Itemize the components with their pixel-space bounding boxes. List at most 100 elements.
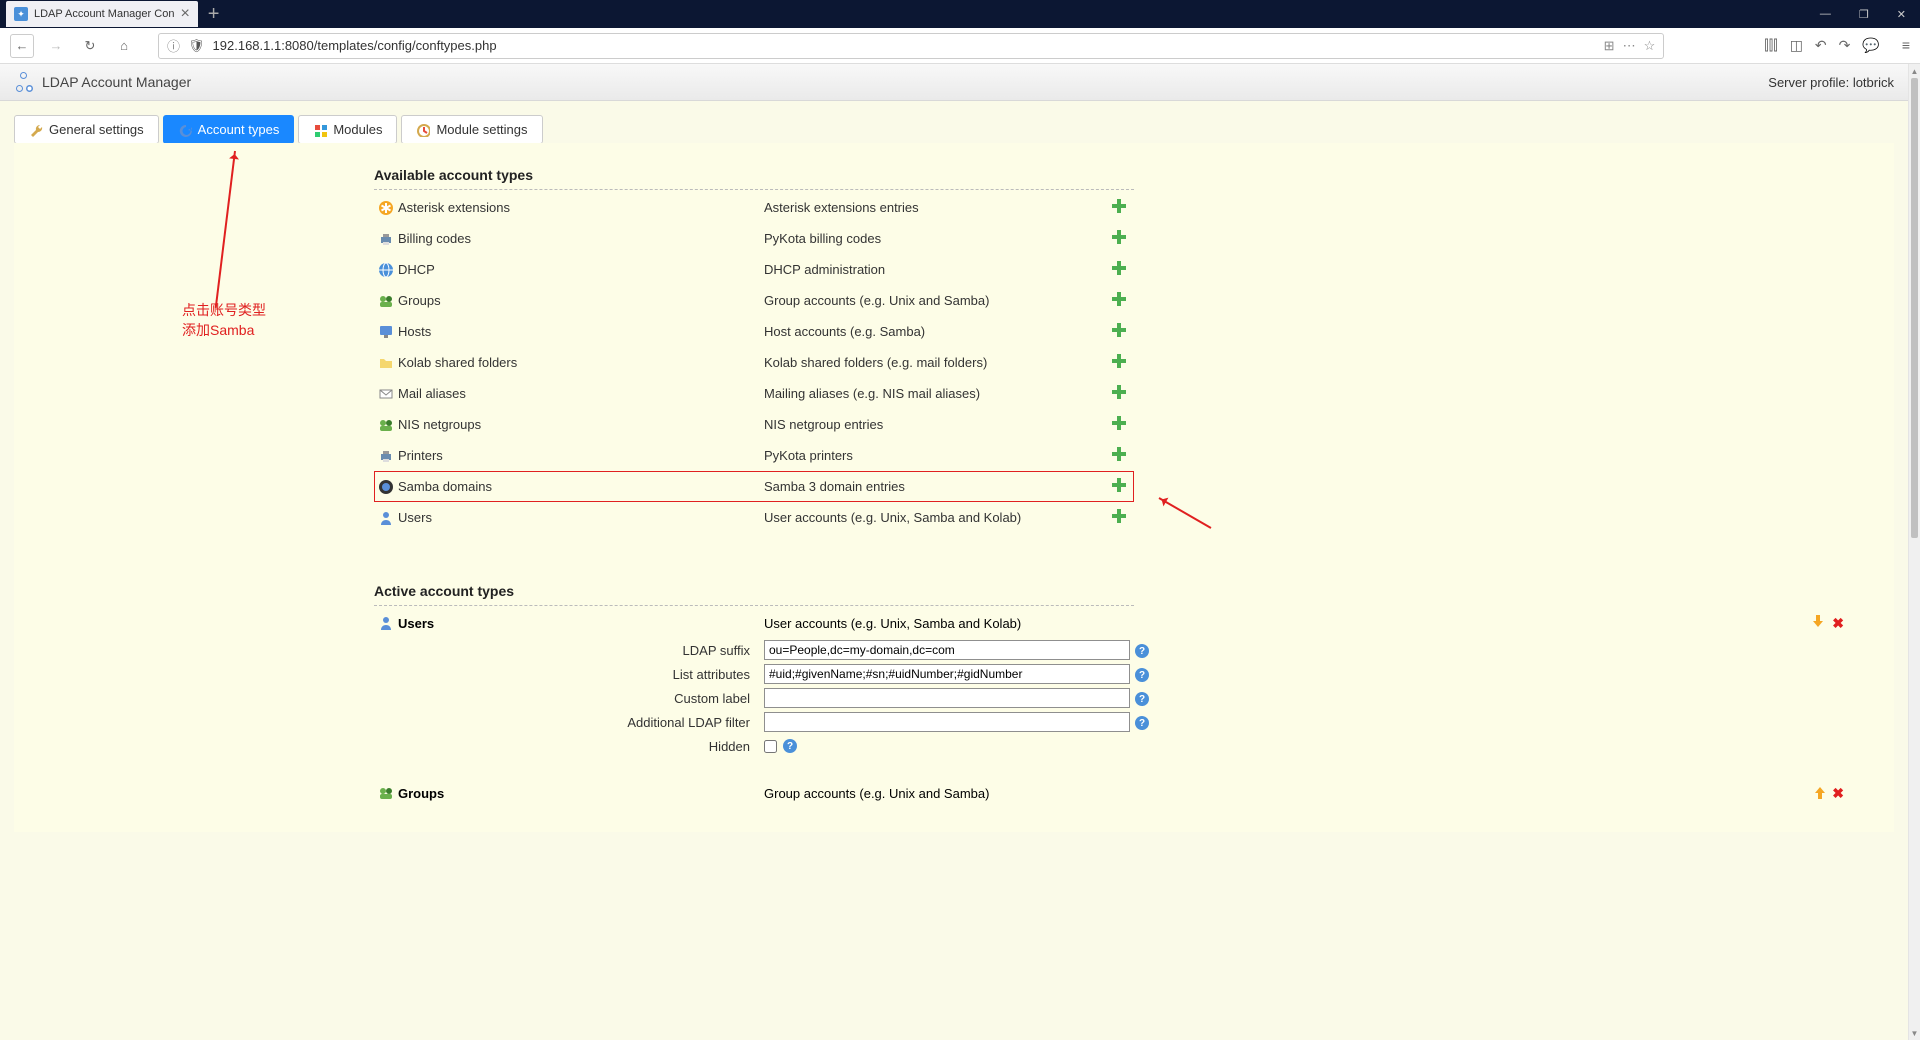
qr-icon[interactable]: ⊞ [1604,38,1615,54]
group-icon [374,785,398,801]
tab-modules[interactable]: Modules [298,115,397,144]
type-name: Hosts [398,324,764,339]
bookmark-icon[interactable]: ☆ [1644,38,1656,54]
available-type-row: HostsHost accounts (e.g. Samba) [374,316,1134,347]
type-desc: NIS netgroup entries [764,417,1104,432]
home-button[interactable]: ⌂ [112,34,136,58]
browser-titlebar: ✦ LDAP Account Manager Con × + — ❐ ✕ [0,0,1920,28]
site-permissions-icon[interactable]: 🛡 [188,38,205,54]
forward-button[interactable]: → [44,34,68,58]
list-attributes-input[interactable] [764,664,1130,684]
type-name: Mail aliases [398,386,764,401]
add-type-button[interactable] [1104,509,1134,526]
delete-icon[interactable]: ✖ [1832,615,1844,632]
type-desc: PyKota billing codes [764,231,1104,246]
add-type-button[interactable] [1104,416,1134,433]
browser-tab[interactable]: ✦ LDAP Account Manager Con × [6,1,198,27]
asterisk-icon [374,200,398,216]
help-icon[interactable]: ? [1135,668,1149,682]
library-icon[interactable]: ⫿⫿⫿ [1764,37,1777,54]
add-type-button[interactable] [1104,230,1134,247]
scroll-up-icon[interactable]: ▲ [1909,64,1920,78]
add-type-button[interactable] [1104,385,1134,402]
wrench-icon [29,123,43,137]
available-type-row: PrintersPyKota printers [374,440,1134,471]
page-scrollbar[interactable]: ▲ ▼ [1908,64,1920,1040]
type-desc: PyKota printers [764,448,1104,463]
available-type-row: Mail aliasesMailing aliases (e.g. NIS ma… [374,378,1134,409]
address-bar[interactable]: ⓘ 🛡 ⊞ ⋯ ☆ [158,33,1664,59]
add-type-button[interactable] [1104,292,1134,309]
maximize-icon[interactable]: ❐ [1845,4,1883,25]
plus-icon [1112,199,1126,213]
new-tab-button[interactable]: + [198,3,230,26]
hidden-checkbox[interactable] [764,740,777,753]
printer-icon [374,448,398,464]
user-icon [374,615,398,631]
add-type-button[interactable] [1104,354,1134,371]
samba-icon [374,479,398,495]
group-icon [374,417,398,433]
add-type-button[interactable] [1104,261,1134,278]
add-type-button[interactable] [1104,323,1134,340]
chat-icon[interactable]: 💬 [1862,37,1879,54]
plus-icon [1112,323,1126,337]
tab-close-icon[interactable]: × [180,5,189,23]
active-type-groups: Groups Group accounts (e.g. Unix and Sam… [374,778,1844,808]
page-actions-icon[interactable]: ⋯ [1623,38,1636,54]
menu-icon[interactable]: ≡ [1902,37,1910,54]
tab-title: LDAP Account Manager Con [34,8,174,20]
undo-icon[interactable]: ↶ [1815,37,1827,54]
add-type-button[interactable] [1104,199,1134,216]
refresh-icon [178,123,192,137]
type-name: Billing codes [398,231,764,246]
custom-label-input[interactable] [764,688,1130,708]
annotation-text: 点击账号类型 添加Samba [182,301,302,340]
help-icon[interactable]: ? [1135,716,1149,730]
tab-module-settings[interactable]: Module settings [401,115,542,144]
app-logo[interactable]: LDAP Account Manager [14,72,191,92]
available-type-row: GroupsGroup accounts (e.g. Unix and Samb… [374,285,1134,316]
type-name: DHCP [398,262,764,277]
available-type-row: Samba domainsSamba 3 domain entries [374,471,1134,502]
additional-filter-input[interactable] [764,712,1130,732]
info-icon[interactable]: ⓘ [167,36,180,55]
close-window-icon[interactable]: ✕ [1883,4,1920,25]
config-tabs: General settings Account types Modules M… [14,115,1894,144]
back-button[interactable]: ← [10,34,34,58]
type-name: Groups [398,293,764,308]
scroll-down-icon[interactable]: ▼ [1909,1026,1920,1040]
help-icon[interactable]: ? [783,739,797,753]
available-types-table: Asterisk extensionsAsterisk extensions e… [374,192,1134,533]
move-up-icon[interactable] [1812,615,1826,629]
host-icon [374,324,398,340]
delete-icon[interactable]: ✖ [1832,785,1844,802]
annotation-arrow2-icon [1159,497,1212,529]
available-type-row: Asterisk extensionsAsterisk extensions e… [374,192,1134,223]
scrollbar-thumb[interactable] [1911,78,1918,538]
tab-general-settings[interactable]: General settings [14,115,159,144]
tab-account-types[interactable]: Account types [163,115,295,144]
active-section-title: Active account types [374,583,1134,606]
add-type-button[interactable] [1104,478,1134,495]
type-name: Users [398,510,764,525]
plus-icon [1112,385,1126,399]
tab-favicon-icon: ✦ [14,7,28,21]
add-type-button[interactable] [1104,447,1134,464]
sidebar-toggle-icon[interactable]: ◫ [1790,37,1803,54]
browser-toolbar: ← → ↻ ⌂ ⓘ 🛡 ⊞ ⋯ ☆ ⫿⫿⫿ ◫ ↶ ↷ 💬 ≡ [0,28,1920,64]
active-type-desc: Group accounts (e.g. Unix and Samba) [764,786,1794,801]
url-input[interactable] [213,38,1596,53]
active-type-name: Groups [398,786,764,801]
help-icon[interactable]: ? [1135,692,1149,706]
move-up-icon[interactable] [1812,785,1826,799]
reload-button[interactable]: ↻ [78,34,102,58]
available-type-row: Billing codesPyKota billing codes [374,223,1134,254]
tab-label: General settings [49,122,144,137]
help-icon[interactable]: ? [1135,644,1149,658]
redo-icon[interactable]: ↷ [1839,37,1851,54]
tab-label: Account types [198,122,280,137]
available-section-title: Available account types [374,167,1134,190]
minimize-icon[interactable]: — [1806,4,1845,25]
ldap-suffix-input[interactable] [764,640,1130,660]
